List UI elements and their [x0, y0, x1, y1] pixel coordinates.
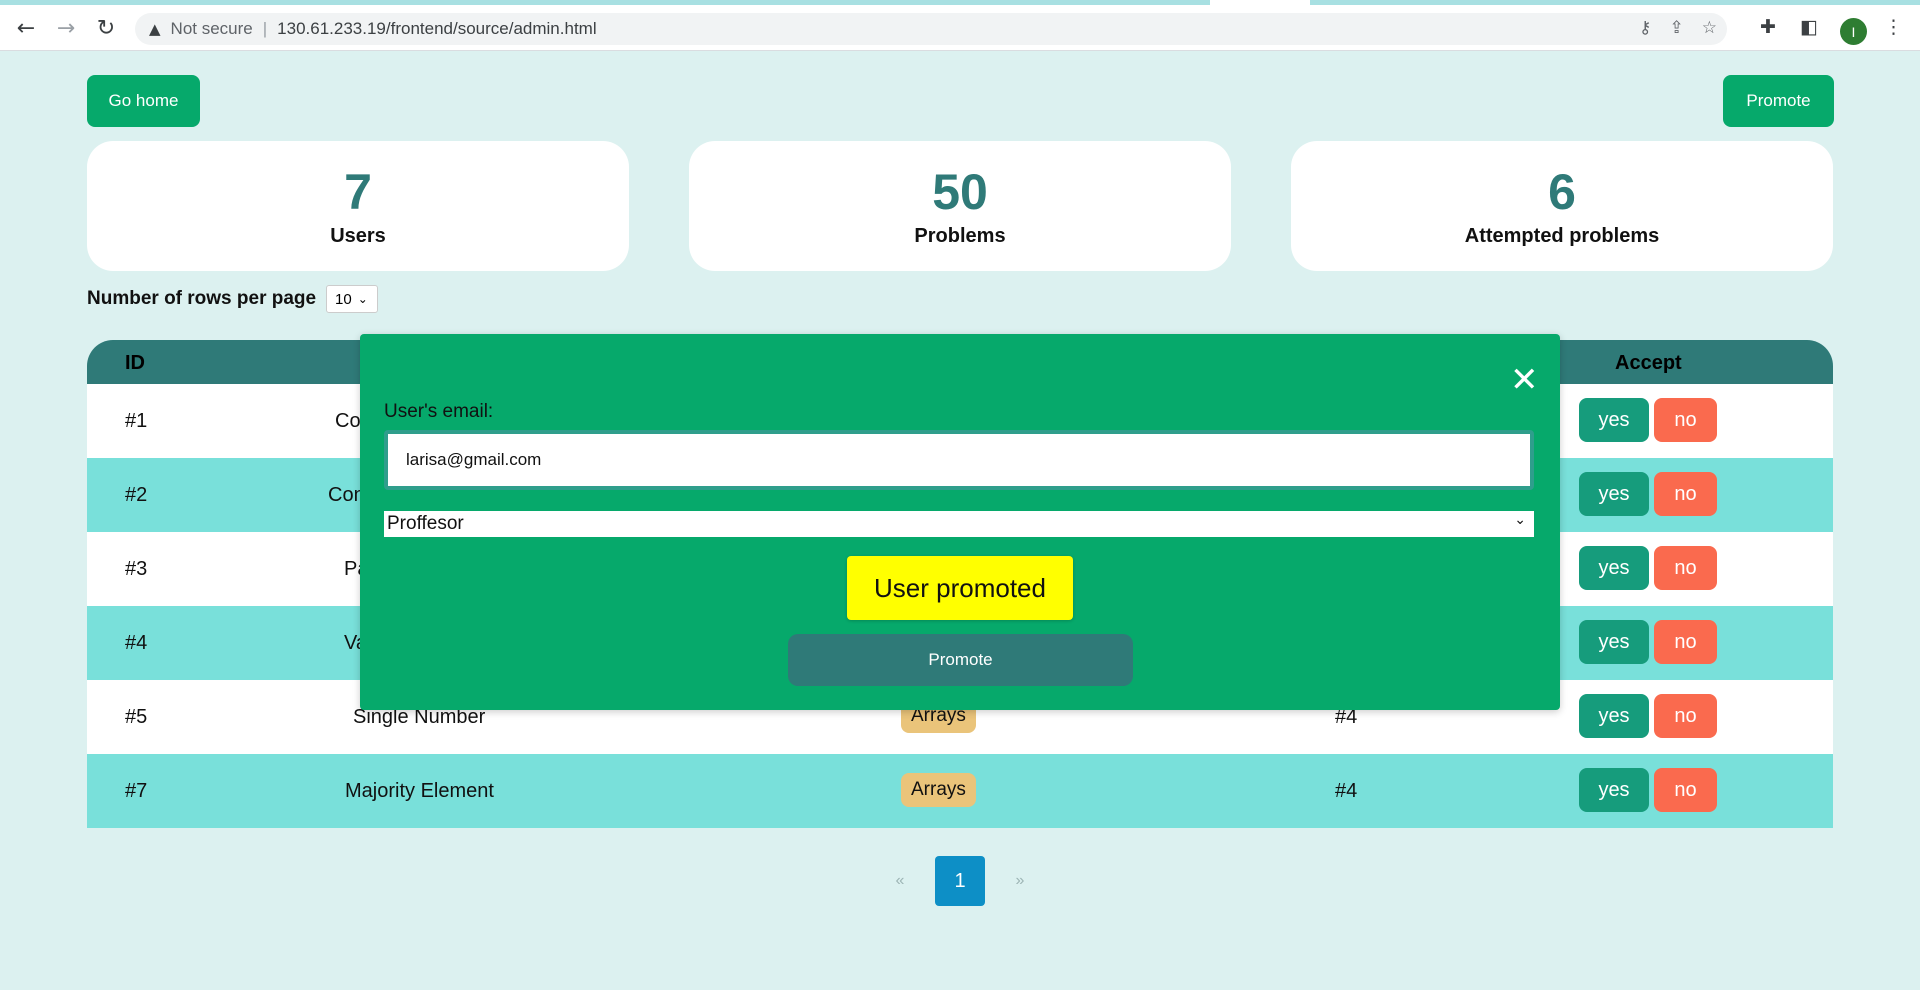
- row-id: #2: [125, 484, 148, 506]
- stat-value: 6: [1548, 164, 1576, 220]
- accept-no-button[interactable]: no: [1654, 694, 1717, 738]
- stat-card-attempted: 6 Attempted problems: [1291, 141, 1833, 271]
- warning-icon: ▲: [149, 20, 161, 38]
- pagination-page-1[interactable]: 1: [935, 856, 985, 906]
- stat-value: 50: [932, 164, 988, 220]
- key-icon[interactable]: ⚷: [1639, 18, 1651, 38]
- rows-per-page-label: Number of rows per page: [87, 288, 317, 309]
- pagination-prev[interactable]: «: [875, 856, 925, 906]
- column-header-accept: Accept: [1615, 352, 1682, 374]
- browser-toolbar: ← → ↻ ▲ Not secure | 130.61.233.19/front…: [0, 5, 1920, 51]
- topic-tag: Arrays: [901, 773, 976, 807]
- row-name: Co: [335, 410, 361, 432]
- table-row: #7 Majority Element Arrays #4 yes no: [87, 754, 1833, 828]
- row-author: #4: [1335, 780, 1358, 802]
- accept-no-button[interactable]: no: [1654, 398, 1717, 442]
- stat-card-problems: 50 Problems: [689, 141, 1231, 271]
- accept-yes-button[interactable]: yes: [1579, 620, 1649, 664]
- role-select[interactable]: Proffesor ⌄: [384, 511, 1534, 537]
- accept-yes-button[interactable]: yes: [1579, 694, 1649, 738]
- rows-per-page-select[interactable]: 10 ⌄: [326, 285, 378, 313]
- accept-no-button[interactable]: no: [1654, 620, 1717, 664]
- promote-submit-button[interactable]: Promote: [788, 634, 1133, 686]
- chevron-down-icon: ⌄: [357, 292, 368, 306]
- back-icon[interactable]: ←: [12, 14, 40, 42]
- accept-no-button[interactable]: no: [1654, 472, 1717, 516]
- column-header-id: ID: [125, 352, 145, 374]
- accept-yes-button[interactable]: yes: [1579, 546, 1649, 590]
- reload-icon[interactable]: ↻: [92, 14, 120, 42]
- accept-no-button[interactable]: no: [1654, 546, 1717, 590]
- row-id: #1: [125, 410, 148, 432]
- stat-label: Attempted problems: [1464, 225, 1660, 247]
- row-id: #7: [125, 780, 148, 802]
- accept-yes-button[interactable]: yes: [1579, 472, 1649, 516]
- promote-modal: ✕ User's email: larisa@gmail.com Proffes…: [360, 334, 1560, 710]
- go-home-button[interactable]: Go home: [87, 75, 200, 127]
- forward-icon[interactable]: →: [52, 14, 80, 42]
- star-icon[interactable]: ☆: [1702, 18, 1717, 38]
- side-panel-icon[interactable]: ◧: [1800, 16, 1818, 38]
- profile-avatar[interactable]: I: [1840, 18, 1867, 45]
- row-name: Majority Element: [345, 780, 494, 802]
- success-toast: User promoted: [847, 556, 1073, 620]
- not-secure-label[interactable]: Not secure: [171, 19, 253, 39]
- chevron-down-icon: ⌄: [1514, 512, 1526, 528]
- share-icon[interactable]: ⇪: [1670, 18, 1684, 38]
- role-value: Proffesor: [387, 513, 464, 534]
- close-icon[interactable]: ✕: [1510, 360, 1539, 400]
- row-id: #3: [125, 558, 148, 580]
- promote-open-button[interactable]: Promote: [1723, 75, 1834, 127]
- menu-icon[interactable]: ⋮: [1884, 16, 1903, 38]
- address-bar[interactable]: ▲ Not secure | 130.61.233.19/frontend/so…: [135, 13, 1727, 45]
- accept-yes-button[interactable]: yes: [1579, 398, 1649, 442]
- pagination-next[interactable]: »: [995, 856, 1045, 906]
- email-field[interactable]: larisa@gmail.com: [384, 430, 1534, 490]
- rows-per-page-value: 10: [335, 290, 352, 308]
- row-id: #4: [125, 632, 148, 654]
- extensions-icon[interactable]: ✚: [1760, 16, 1776, 38]
- email-label: User's email:: [384, 401, 494, 422]
- url-separator: |: [262, 19, 268, 38]
- stat-label: Users: [330, 225, 386, 247]
- accept-no-button[interactable]: no: [1654, 768, 1717, 812]
- row-id: #5: [125, 706, 148, 728]
- url-text[interactable]: 130.61.233.19/frontend/source/admin.html: [277, 19, 596, 39]
- stat-label: Problems: [914, 225, 1006, 247]
- stat-value: 7: [344, 164, 372, 220]
- accept-yes-button[interactable]: yes: [1579, 768, 1649, 812]
- stat-card-users: 7 Users: [87, 141, 629, 271]
